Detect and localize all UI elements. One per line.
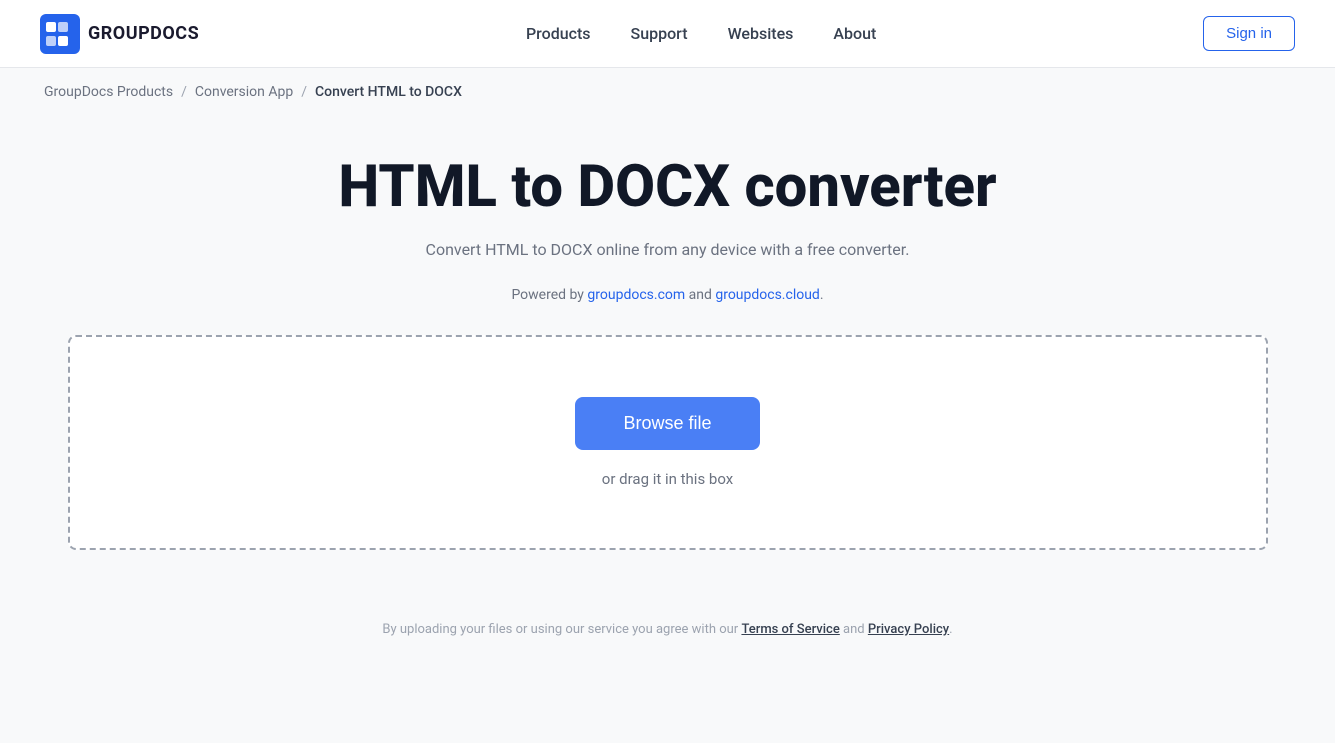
breadcrumb-sep-2: / xyxy=(301,84,307,100)
groupdocs-cloud-link[interactable]: groupdocs.cloud xyxy=(715,287,820,303)
breadcrumb-conversion-app[interactable]: Conversion App xyxy=(195,84,293,100)
nav-about[interactable]: About xyxy=(833,24,876,43)
privacy-policy-link[interactable]: Privacy Policy xyxy=(868,622,949,637)
browse-file-button[interactable]: Browse file xyxy=(575,397,759,450)
main-nav: Products Support Websites About xyxy=(526,24,876,43)
page-title: HTML to DOCX converter xyxy=(338,156,996,220)
header: GROUPDOCS Products Support Websites Abou… xyxy=(0,0,1335,68)
sign-in-button[interactable]: Sign in xyxy=(1203,16,1295,51)
groupdocs-com-link[interactable]: groupdocs.com xyxy=(587,287,685,303)
logo-area: GROUPDOCS xyxy=(40,14,199,54)
footer-prefix: By uploading your files or using our ser… xyxy=(382,622,741,637)
groupdocs-logo-icon xyxy=(40,14,80,54)
powered-by: Powered by groupdocs.com and groupdocs.c… xyxy=(511,287,823,303)
footer-suffix: . xyxy=(949,622,952,637)
breadcrumb-current: Convert HTML to DOCX xyxy=(315,84,462,100)
nav-websites[interactable]: Websites xyxy=(728,24,794,43)
footer-and: and xyxy=(840,622,868,637)
terms-of-service-link[interactable]: Terms of Service xyxy=(741,622,839,637)
breadcrumb: GroupDocs Products / Conversion App / Co… xyxy=(0,68,1335,116)
drop-zone[interactable]: Browse file or drag it in this box xyxy=(68,335,1268,550)
footer-note: By uploading your files or using our ser… xyxy=(0,590,1335,657)
nav-products[interactable]: Products xyxy=(526,24,591,43)
breadcrumb-sep-1: / xyxy=(181,84,187,100)
main-content: HTML to DOCX converter Convert HTML to D… xyxy=(0,116,1335,590)
page-subtitle: Convert HTML to DOCX online from any dev… xyxy=(426,240,910,259)
nav-support[interactable]: Support xyxy=(631,24,688,43)
breadcrumb-groupdocs-products[interactable]: GroupDocs Products xyxy=(44,84,173,100)
logo-text: GROUPDOCS xyxy=(88,23,199,44)
drag-text: or drag it in this box xyxy=(602,470,733,488)
